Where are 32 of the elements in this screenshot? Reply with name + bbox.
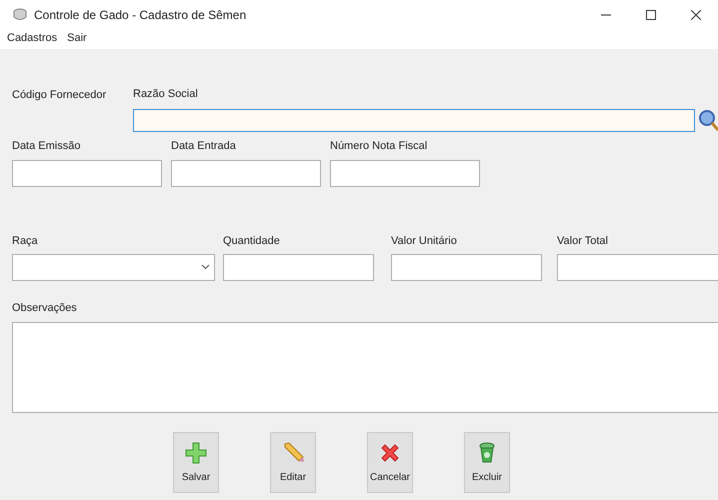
text-field[interactable] — [557, 254, 718, 280]
app-icon — [12, 7, 28, 23]
notes-field[interactable] — [12, 322, 718, 413]
window-title: Controle de Gado - Cadastro de Sêmen — [34, 7, 246, 24]
text-field[interactable] — [12, 160, 162, 187]
text-field[interactable] — [330, 160, 480, 187]
toolbar-button[interactable]: Editar — [270, 432, 316, 493]
field-label: Código Fornecedor — [12, 88, 108, 103]
field-label: Valor Total — [557, 234, 609, 249]
toolbar-button[interactable]: Excluir — [464, 432, 510, 493]
maximize-icon — [646, 10, 656, 20]
toolbar-button[interactable]: Cancelar — [367, 432, 413, 493]
field-label: Número Nota Fiscal — [330, 138, 428, 154]
field-label: Razão Social — [133, 87, 199, 102]
field-label: Raça — [12, 234, 39, 249]
field-label: Observações — [12, 300, 78, 316]
chevron-down-icon — [201, 264, 210, 270]
text-field[interactable] — [391, 254, 542, 280]
dropdown-field[interactable] — [12, 254, 215, 280]
field-label: Quantidade — [223, 234, 281, 249]
field-label: Valor Unitário — [391, 234, 458, 249]
field-label: Data Entrada — [171, 138, 237, 154]
field-label: Data Emissão — [12, 138, 82, 154]
text-field[interactable] — [223, 254, 374, 280]
close-icon — [690, 10, 700, 20]
plus-icon — [184, 440, 208, 464]
text-field[interactable] — [171, 160, 321, 187]
search-icon[interactable] — [698, 109, 718, 131]
text-field[interactable] — [133, 108, 695, 132]
menu-item[interactable]: Sair — [62, 30, 92, 46]
menu-item[interactable]: Cadastros — [2, 30, 62, 46]
toolbar-button[interactable]: Salvar — [173, 432, 219, 493]
